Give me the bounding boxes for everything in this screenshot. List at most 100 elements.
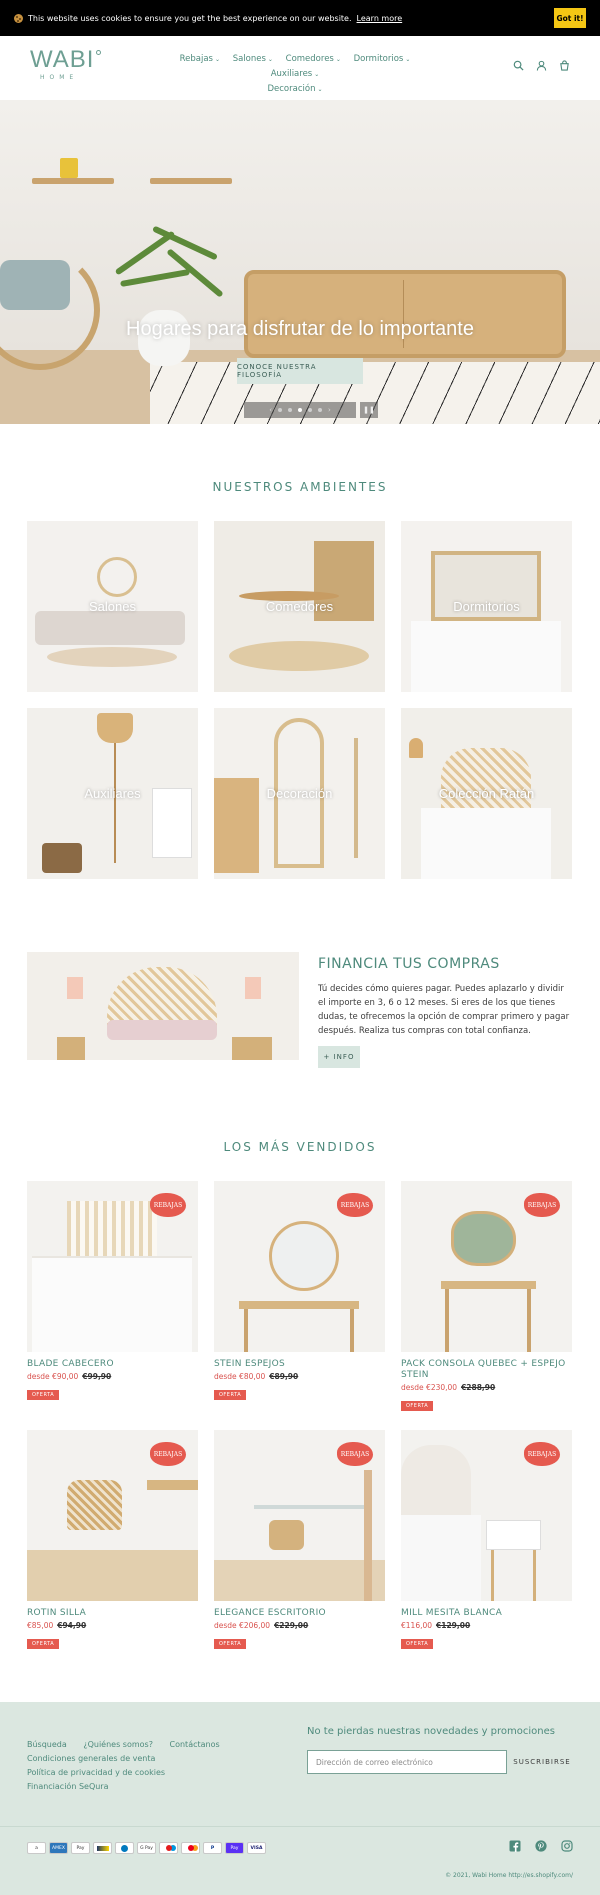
account-icon[interactable] <box>536 60 547 71</box>
instagram-icon[interactable] <box>561 1840 573 1852</box>
ambiente-comedores[interactable]: Comedores <box>214 521 385 692</box>
nav-item-dormitorios[interactable]: Dormitorios ⌄ <box>354 54 411 64</box>
product-price: desde €206,00 €229,00 <box>214 1621 385 1630</box>
sideboard-image <box>244 270 566 358</box>
rebajas-badge: REBAJAS <box>150 1193 186 1217</box>
slideshow-controls: ‹ › ❚❚ <box>244 402 378 418</box>
slide-dot[interactable] <box>318 408 322 412</box>
mastercard-icon <box>181 1842 200 1854</box>
bancontact-icon <box>93 1842 112 1854</box>
diners-icon <box>115 1842 134 1854</box>
prev-arrow-icon[interactable]: ‹ <box>269 406 272 414</box>
nav-item-comedores[interactable]: Comedores ⌄ <box>286 54 341 64</box>
product-image[interactable]: REBAJAS <box>401 1430 572 1601</box>
financia-title: FINANCIA TUS COMPRAS <box>318 956 500 972</box>
ambiente-coleccion-ratan[interactable]: Colección Ratán <box>401 708 572 879</box>
product-name[interactable]: BLADE CABECERO <box>27 1359 198 1370</box>
oferta-tag: OFERTA <box>27 1639 60 1649</box>
ambiente-decoracion[interactable]: Decoración <box>214 708 385 879</box>
product-name[interactable]: MILL MESITA BLANCA <box>401 1608 572 1619</box>
nav-item-salones[interactable]: Salones ⌄ <box>233 54 273 64</box>
footer-link-financiacion[interactable]: Financiación SeQura <box>27 1782 109 1791</box>
amazon-pay-icon: a <box>27 1842 46 1854</box>
product-image[interactable]: REBAJAS <box>27 1430 198 1601</box>
cookie-message: This website uses cookies to ensure you … <box>28 13 352 23</box>
pinterest-icon[interactable] <box>535 1840 547 1852</box>
ambiente-salones[interactable]: Salones <box>27 521 198 692</box>
product-name[interactable]: ROTIN SILLA <box>27 1608 198 1619</box>
ambiente-label: Dormitorios <box>453 599 520 614</box>
financia-image <box>27 952 299 1060</box>
footer-link-busqueda[interactable]: Búsqueda <box>27 1740 67 1749</box>
amex-icon: AMEX <box>49 1842 68 1854</box>
product-name[interactable]: STEIN ESPEJOS <box>214 1359 385 1370</box>
footer-divider <box>0 1826 600 1827</box>
product-name[interactable]: PACK CONSOLA QUEBEC + ESPEJO STEIN <box>401 1359 572 1381</box>
product-image[interactable]: REBAJAS <box>214 1181 385 1352</box>
email-input[interactable]: Dirección de correo electrónico <box>307 1750 507 1774</box>
logo-main: WABI <box>30 46 95 73</box>
rebajas-badge: REBAJAS <box>524 1442 560 1466</box>
product-image[interactable]: REBAJAS <box>27 1181 198 1352</box>
rebajas-badge: REBAJAS <box>337 1193 373 1217</box>
product-card[interactable]: REBAJAS STEIN ESPEJOS desde €80,00 €89,90… <box>214 1181 385 1400</box>
financia-text: Tú decides cómo quieres pagar. Puedes ap… <box>318 984 570 1036</box>
product-image[interactable]: REBAJAS <box>401 1181 572 1352</box>
rebajas-badge: REBAJAS <box>337 1442 373 1466</box>
chevron-down-icon: ⌄ <box>405 56 411 63</box>
product-price: €116,00 €129,00 <box>401 1621 572 1630</box>
logo[interactable]: WABI HOME <box>30 46 101 88</box>
cart-icon[interactable] <box>559 60 570 71</box>
pause-icon[interactable]: ❚❚ <box>360 402 378 418</box>
slide-dot[interactable] <box>298 408 302 412</box>
product-image[interactable]: REBAJAS <box>214 1430 385 1601</box>
nav-item-rebajas[interactable]: Rebajas ⌄ <box>180 54 220 64</box>
footer-link-privacidad[interactable]: Política de privacidad y de cookies <box>27 1768 165 1777</box>
product-card[interactable]: REBAJAS BLADE CABECERO desde €90,00 €99,9… <box>27 1181 198 1400</box>
copyright: © 2021, Wabi Home http://es.shopify.com/ <box>445 1872 573 1879</box>
product-card[interactable]: REBAJAS MILL MESITA BLANCA €116,00 €129,0… <box>401 1430 572 1649</box>
site-footer: Búsqueda ¿Quiénes somos? Contáctanos Con… <box>0 1702 600 1895</box>
learn-more-link[interactable]: Learn more <box>357 14 403 23</box>
sale-price: €116,00 <box>401 1621 433 1630</box>
hero-slideshow: Hogares para disfrutar de lo importante … <box>0 100 600 424</box>
info-button[interactable]: + INFO <box>318 1046 360 1068</box>
nav-item-decoracion[interactable]: Decoración ⌄ <box>267 84 322 94</box>
footer-links: Búsqueda ¿Quiénes somos? Contáctanos Con… <box>27 1738 297 1794</box>
nav-item-auxiliares[interactable]: Auxiliares ⌄ <box>271 69 320 79</box>
hero-cta-button[interactable]: CONOCE NUESTRA FILOSOFÍA <box>237 358 363 384</box>
header-icons <box>513 60 570 71</box>
got-it-button[interactable]: Got it! <box>554 8 586 28</box>
product-name[interactable]: ELEGANCE ESCRITORIO <box>214 1608 385 1619</box>
apple-pay-icon: Pay <box>71 1842 90 1854</box>
chevron-down-icon: ⌄ <box>267 56 273 63</box>
sale-price: desde €230,00 <box>401 1383 458 1392</box>
visa-icon: VISA <box>247 1842 266 1854</box>
hero-title: Hogares para disfrutar de lo importante <box>126 318 474 340</box>
slide-dot[interactable] <box>308 408 312 412</box>
product-card[interactable]: REBAJAS ROTIN SILLA €85,00 €94,90 OFERTA <box>27 1430 198 1649</box>
subscribe-button[interactable]: SUSCRIBIRSE <box>512 1750 572 1774</box>
chevron-down-icon: ⌄ <box>214 56 220 63</box>
product-card[interactable]: REBAJAS PACK CONSOLA QUEBEC + ESPEJO STE… <box>401 1181 572 1411</box>
ambientes-title: NUESTROS AMBIENTES <box>212 480 388 494</box>
chevron-down-icon: ⌄ <box>317 86 323 93</box>
cookie-icon <box>14 13 23 23</box>
facebook-icon[interactable] <box>509 1840 521 1852</box>
footer-link-contactanos[interactable]: Contáctanos <box>170 1740 220 1749</box>
ambiente-auxiliares[interactable]: Auxiliares <box>27 708 198 879</box>
next-arrow-icon[interactable]: › <box>328 406 331 414</box>
ambiente-dormitorios[interactable]: Dormitorios <box>401 521 572 692</box>
search-icon[interactable] <box>513 60 524 71</box>
slide-dot[interactable] <box>278 408 282 412</box>
product-price: desde €230,00 €288,90 <box>401 1383 572 1392</box>
chevron-down-icon: ⌄ <box>314 71 320 78</box>
social-icons <box>509 1840 573 1852</box>
slide-dot[interactable] <box>288 408 292 412</box>
cushion <box>0 260 70 310</box>
site-header: WABI HOME Rebajas ⌄ Salones ⌄ Comedores ⌄ D… <box>0 36 600 100</box>
footer-link-condiciones[interactable]: Condiciones generales de venta <box>27 1754 155 1763</box>
product-card[interactable]: REBAJAS ELEGANCE ESCRITORIO desde €206,0… <box>214 1430 385 1649</box>
footer-link-quienes-somos[interactable]: ¿Quiénes somos? <box>83 1740 153 1749</box>
oferta-tag: OFERTA <box>401 1401 434 1411</box>
